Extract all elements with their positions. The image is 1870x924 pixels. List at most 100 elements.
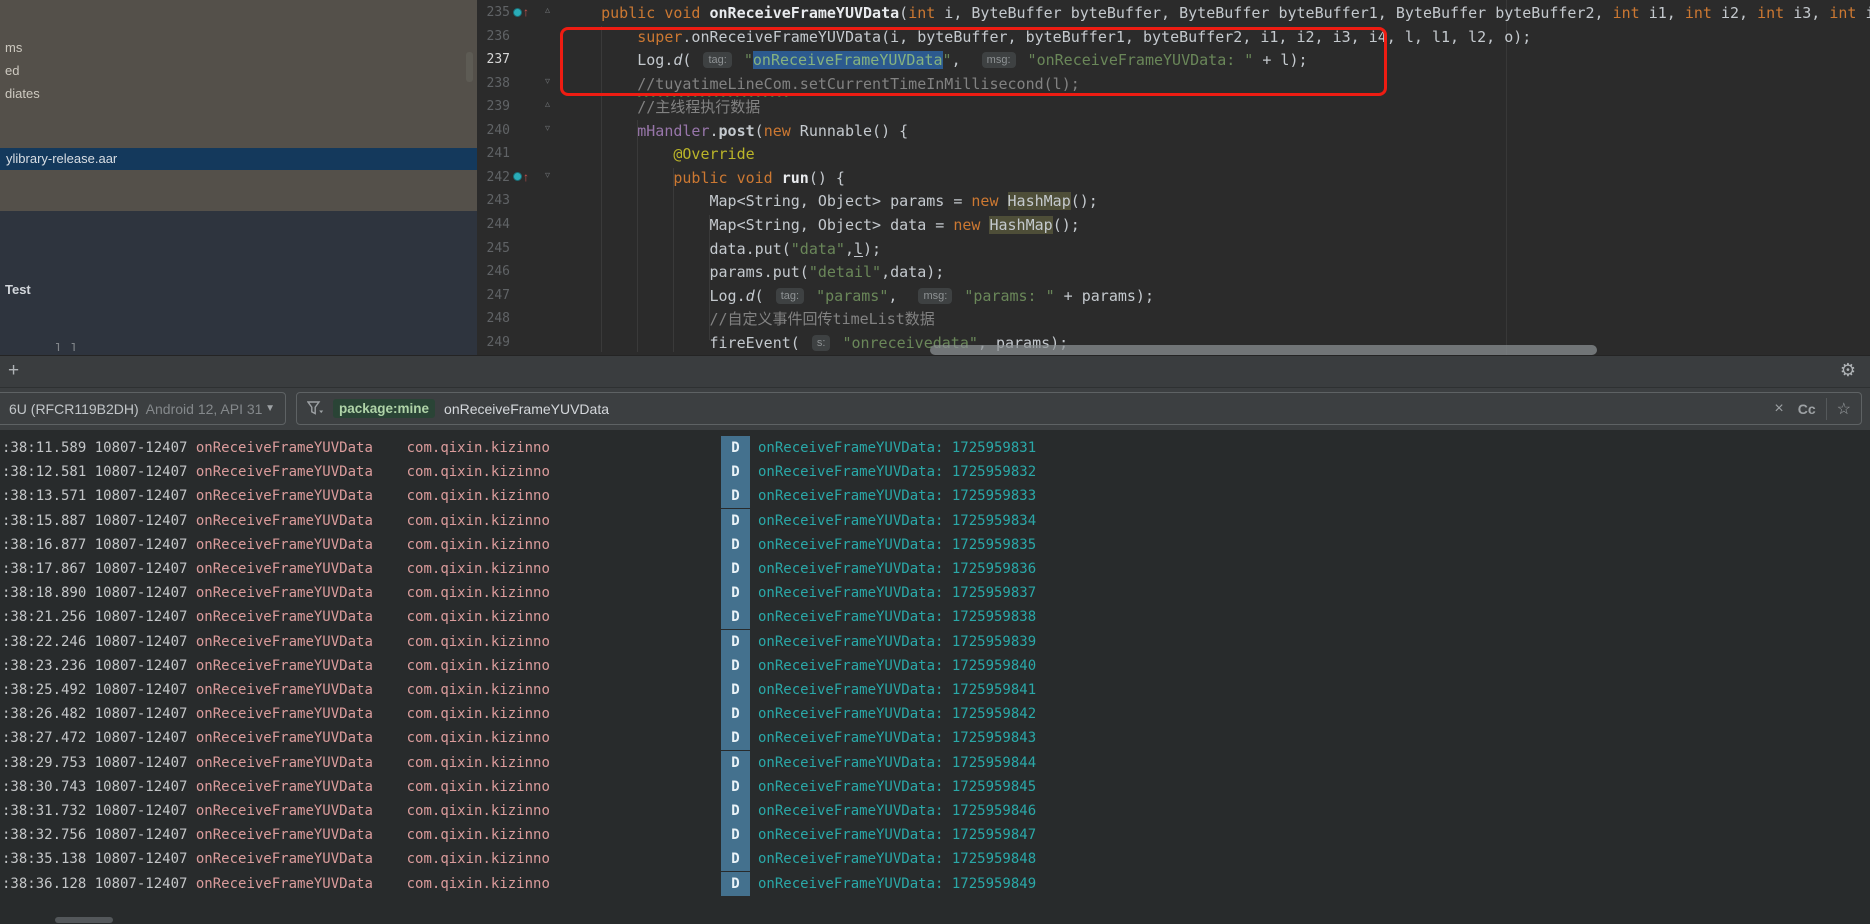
log-level-badge: D	[721, 775, 750, 799]
log-row[interactable]: :38:12.581 10807-12407 onReceiveFrameYUV…	[0, 460, 1870, 484]
device-selector[interactable]: 6U (RFCR119B2DH) Android 12, API 31 ▼	[0, 392, 286, 425]
log-message: onReceiveFrameYUVData: 1725959841	[758, 678, 1036, 702]
fold-marker-icon[interactable]: ▵	[545, 99, 550, 110]
code-line-236[interactable]: 236 super.onReceiveFrameYUVData(i, byteB…	[477, 26, 1870, 49]
log-package: com.qixin.kizinno	[407, 755, 550, 771]
line-number: 246	[477, 264, 510, 279]
log-row-meta: :38:12.581 10807-12407 onReceiveFrameYUV…	[2, 460, 550, 484]
log-row[interactable]: :38:32.756 10807-12407 onReceiveFrameYUV…	[0, 823, 1870, 847]
log-row-meta: :38:36.128 10807-12407 onReceiveFrameYUV…	[2, 872, 550, 896]
project-tree-bottom-block: Test l l	[0, 211, 477, 355]
log-row[interactable]: :38:35.138 10807-12407 onReceiveFrameYUV…	[0, 847, 1870, 871]
log-tag: onReceiveFrameYUVData	[196, 488, 373, 504]
log-row[interactable]: :38:15.887 10807-12407 onReceiveFrameYUV…	[0, 509, 1870, 533]
log-package: com.qixin.kizinno	[407, 827, 550, 843]
code-line-235[interactable]: 235↑▵ public void onReceiveFrameYUVData(…	[477, 2, 1870, 25]
log-level-badge: D	[721, 509, 750, 533]
log-row[interactable]: :38:36.128 10807-12407 onReceiveFrameYUV…	[0, 872, 1870, 896]
inlay-hint-chip: msg:	[982, 52, 1016, 68]
editor-horizontal-scrollbar[interactable]	[930, 345, 1597, 355]
log-row-meta: :38:32.756 10807-12407 onReceiveFrameYUV…	[2, 823, 550, 847]
code-line-242[interactable]: 242↑▿ public void run() {	[477, 167, 1870, 190]
log-row[interactable]: :38:25.492 10807-12407 onReceiveFrameYUV…	[0, 678, 1870, 702]
fold-marker-icon[interactable]: ▿	[545, 170, 550, 181]
logcat-output-panel[interactable]: :38:11.589 10807-12407 onReceiveFrameYUV…	[0, 430, 1870, 924]
clear-filter-icon[interactable]: ×	[1774, 400, 1783, 418]
code-line-247[interactable]: 247 Log.d( tag: "params", msg: "params: …	[477, 285, 1870, 308]
code-line-237[interactable]: 237 Log.d( tag: "onReceiveFrameYUVData",…	[477, 49, 1870, 72]
log-package: com.qixin.kizinno	[407, 876, 550, 892]
log-level-badge: D	[721, 533, 750, 557]
log-row[interactable]: :38:22.246 10807-12407 onReceiveFrameYUV…	[0, 630, 1870, 654]
logcat-horizontal-scrollbar[interactable]	[55, 917, 113, 923]
filter-key-chip[interactable]: package:mine	[333, 399, 435, 418]
log-row[interactable]: :38:30.743 10807-12407 onReceiveFrameYUV…	[0, 775, 1870, 799]
log-row[interactable]: :38:16.877 10807-12407 onReceiveFrameYUV…	[0, 533, 1870, 557]
code-text: public void onReceiveFrameYUVData(int i,…	[565, 3, 1870, 24]
log-row[interactable]: :38:23.236 10807-12407 onReceiveFrameYUV…	[0, 654, 1870, 678]
log-row-meta: :38:11.589 10807-12407 onReceiveFrameYUV…	[2, 436, 550, 460]
tree-item[interactable]: ms	[5, 40, 22, 55]
log-row[interactable]: :38:13.571 10807-12407 onReceiveFrameYUV…	[0, 484, 1870, 508]
log-level-badge: D	[721, 460, 750, 484]
code-text: super.onReceiveFrameYUVData(i, byteBuffe…	[565, 27, 1531, 48]
log-row[interactable]: :38:29.753 10807-12407 onReceiveFrameYUV…	[0, 751, 1870, 775]
fold-marker-icon[interactable]: ▵	[545, 5, 550, 16]
code-editor[interactable]: 235↑▵ public void onReceiveFrameYUVData(…	[477, 0, 1870, 355]
override-method-gutter-icon[interactable]: ↑	[513, 7, 529, 17]
log-tag: onReceiveFrameYUVData	[196, 682, 373, 698]
project-panel-scrollbar[interactable]	[466, 52, 473, 82]
log-message: onReceiveFrameYUVData: 1725959839	[758, 630, 1036, 654]
log-package: com.qixin.kizinno	[407, 706, 550, 722]
log-row-meta: :38:22.246 10807-12407 onReceiveFrameYUV…	[2, 630, 550, 654]
log-level-badge: D	[721, 436, 750, 460]
code-line-244[interactable]: 244 Map<String, Object> data = new HashM…	[477, 214, 1870, 237]
chevron-down-icon: ▼	[265, 403, 275, 414]
log-row[interactable]: :38:17.867 10807-12407 onReceiveFrameYUV…	[0, 557, 1870, 581]
log-level-badge: D	[721, 581, 750, 605]
line-number: 245	[477, 241, 510, 256]
code-line-246[interactable]: 246 params.put("detail",data);	[477, 261, 1870, 284]
override-method-gutter-icon[interactable]: ↑	[513, 172, 529, 182]
device-name: 6U (RFCR119B2DH)	[9, 401, 139, 417]
log-row[interactable]: :38:21.256 10807-12407 onReceiveFrameYUV…	[0, 605, 1870, 629]
code-line-248[interactable]: 248 //自定义事件回传timeList数据	[477, 308, 1870, 331]
code-line-243[interactable]: 243 Map<String, Object> params = new Has…	[477, 190, 1870, 213]
log-row[interactable]: :38:26.482 10807-12407 onReceiveFrameYUV…	[0, 702, 1870, 726]
log-level-badge: D	[721, 702, 750, 726]
tree-item-selected[interactable]: ylibrary-release.aar	[0, 148, 477, 170]
tree-section-label[interactable]: Test	[5, 282, 31, 297]
log-row[interactable]: :38:31.732 10807-12407 onReceiveFrameYUV…	[0, 799, 1870, 823]
code-line-238[interactable]: 238▿ //tuyatimeLineCom.setCurrentTimeInM…	[477, 73, 1870, 96]
log-tag: onReceiveFrameYUVData	[196, 440, 373, 456]
device-spec: Android 12, API 31	[146, 401, 263, 417]
code-line-240[interactable]: 240▿ mHandler.post(new Runnable() {	[477, 120, 1870, 143]
log-package: com.qixin.kizinno	[407, 658, 550, 674]
favorite-star-icon[interactable]: ☆	[1837, 399, 1851, 419]
fold-marker-icon[interactable]: ▿	[545, 123, 550, 134]
tree-item[interactable]: diates	[5, 86, 40, 101]
log-row[interactable]: :38:27.472 10807-12407 onReceiveFrameYUV…	[0, 726, 1870, 750]
match-case-icon[interactable]: Cc	[1798, 401, 1816, 417]
log-row[interactable]: :38:11.589 10807-12407 onReceiveFrameYUV…	[0, 436, 1870, 460]
log-tag: onReceiveFrameYUVData	[196, 827, 373, 843]
log-row-meta: :38:23.236 10807-12407 onReceiveFrameYUV…	[2, 654, 550, 678]
project-tree-mid-block	[0, 170, 477, 211]
log-message: onReceiveFrameYUVData: 1725959849	[758, 872, 1036, 896]
code-line-239[interactable]: 239▵ //主线程执行数据	[477, 96, 1870, 119]
log-level-badge: D	[721, 823, 750, 847]
filter-query-text[interactable]: onReceiveFrameYUVData	[444, 401, 609, 417]
tree-item[interactable]: ed	[5, 63, 19, 78]
log-message: onReceiveFrameYUVData: 1725959848	[758, 847, 1036, 871]
log-tag: onReceiveFrameYUVData	[196, 803, 373, 819]
add-logcat-tab-button[interactable]: +	[8, 360, 19, 382]
line-number: 242	[477, 170, 510, 185]
gear-icon[interactable]: ⚙	[1840, 360, 1856, 381]
logcat-filter-input[interactable]: package:mine onReceiveFrameYUVData × Cc …	[296, 392, 1862, 425]
log-row[interactable]: :38:18.890 10807-12407 onReceiveFrameYUV…	[0, 581, 1870, 605]
fold-marker-icon[interactable]: ▿	[545, 76, 550, 87]
log-message: onReceiveFrameYUVData: 1725959834	[758, 509, 1036, 533]
code-line-241[interactable]: 241 @Override	[477, 143, 1870, 166]
code-line-245[interactable]: 245 data.put("data",l);	[477, 238, 1870, 261]
log-tag: onReceiveFrameYUVData	[196, 779, 373, 795]
